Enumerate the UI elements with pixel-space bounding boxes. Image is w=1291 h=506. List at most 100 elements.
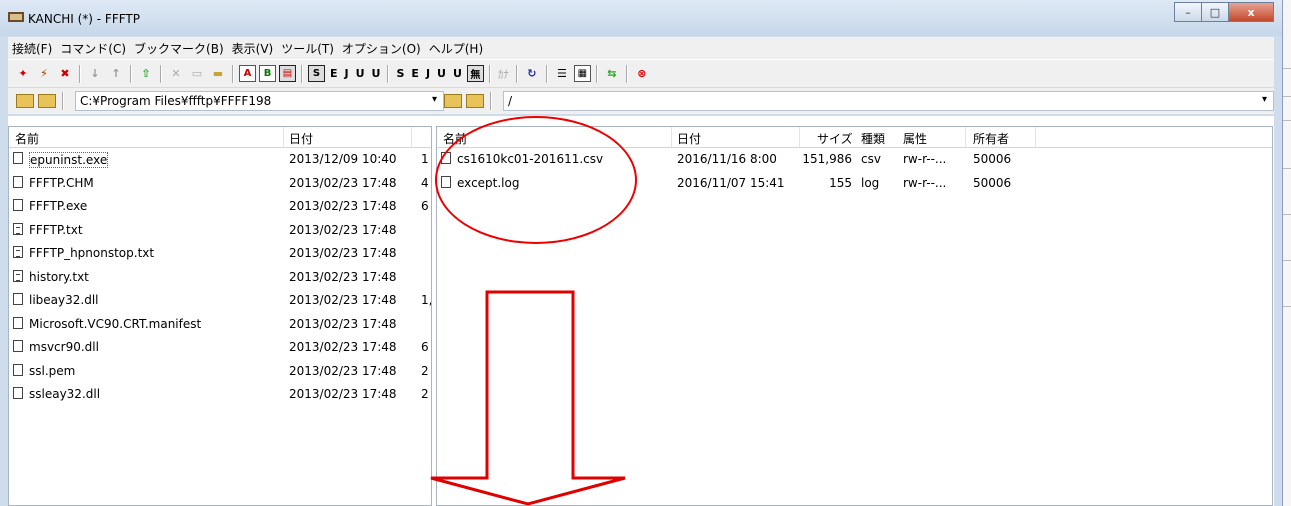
- local-path-input[interactable]: C:¥Program Files¥ffftp¥FFFF198 ▾: [75, 91, 444, 111]
- menu-help[interactable]: ヘルプ(H): [425, 40, 487, 57]
- connect-icon[interactable]: ✦: [14, 65, 32, 83]
- toolbar-separator: [301, 64, 303, 83]
- quick-connect-icon[interactable]: ⚡: [35, 65, 53, 83]
- menu-command[interactable]: コマンド(C): [56, 40, 130, 57]
- file-row[interactable]: history.txt 2013/02/23 17:48: [9, 266, 431, 290]
- file-owner: 50006: [973, 175, 1012, 190]
- menu-bookmark[interactable]: ブックマーク(B): [130, 40, 228, 57]
- file-row[interactable]: Microsoft.VC90.CRT.manifest 2013/02/23 17…: [9, 313, 431, 337]
- local-path-bar: C:¥Program Files¥ffftp¥FFFF198 ▾: [16, 91, 444, 111]
- maximize-button[interactable]: □: [1201, 2, 1229, 22]
- file-name: history.txt: [29, 269, 89, 284]
- file-row[interactable]: FFFTP.txt 2013/02/23 17:48: [9, 219, 431, 243]
- file-date: 2013/02/23 17:48: [289, 387, 397, 401]
- remote-utf8bom-button[interactable]: U: [451, 65, 464, 83]
- file-name: libeay32.dll: [29, 293, 99, 307]
- column-date[interactable]: 日付: [289, 130, 313, 147]
- column-divider[interactable]: [671, 127, 672, 147]
- file-row[interactable]: FFFTP_hpnonstop.txt 2013/02/23 17:48: [9, 242, 431, 266]
- menu-connect[interactable]: 接続(F): [8, 40, 56, 57]
- local-list-header: 名前 日付: [9, 127, 431, 148]
- menu-view[interactable]: 表示(V): [228, 40, 278, 57]
- toolbar-separator: [545, 64, 548, 83]
- file-row[interactable]: msvcr90.dll 2013/02/23 17:48 6: [9, 336, 431, 360]
- file-row[interactable]: ssl.pem 2013/02/23 17:48 2: [9, 360, 431, 384]
- kanji-utf8n-button[interactable]: U: [354, 65, 367, 83]
- list-view-icon[interactable]: ☰: [553, 65, 571, 83]
- file-row[interactable]: ssleay32.dll 2013/02/23 17:48 2: [9, 383, 431, 407]
- menu-tools[interactable]: ツール(T): [277, 40, 338, 57]
- window-title: KANCHI (*) - FFFTP: [28, 12, 140, 26]
- file-type: csv: [861, 152, 881, 166]
- new-folder-icon[interactable]: ▬: [209, 65, 227, 83]
- auto-mode-button[interactable]: ▤: [279, 65, 296, 82]
- file-icon: [13, 340, 23, 352]
- kanji-sjis-button[interactable]: S: [308, 65, 325, 82]
- file-type: log: [861, 175, 880, 190]
- column-divider[interactable]: [799, 127, 800, 147]
- disconnect-icon[interactable]: ✖: [56, 65, 74, 83]
- file-row[interactable]: libeay32.dll 2013/02/23 17:48 1,: [9, 289, 431, 313]
- kanji-jis-button[interactable]: J: [343, 65, 351, 83]
- rename-icon[interactable]: ▭: [188, 65, 206, 83]
- column-owner[interactable]: 所有者: [973, 130, 1009, 147]
- file-row[interactable]: FFFTP.CHM 2013/02/23 17:48 4: [9, 172, 431, 196]
- download-icon[interactable]: ↓: [86, 65, 104, 83]
- binary-mode-button[interactable]: B: [259, 65, 276, 82]
- column-divider[interactable]: [411, 127, 412, 147]
- minimize-button[interactable]: –: [1174, 2, 1202, 22]
- column-divider[interactable]: [965, 127, 966, 147]
- file-name: msvcr90.dll: [29, 340, 99, 354]
- file-date: 2013/02/23 17:48: [289, 222, 397, 237]
- sync-browse-icon[interactable]: ⇆: [603, 65, 621, 83]
- remote-path-input[interactable]: / ▾: [503, 91, 1274, 111]
- column-name[interactable]: 名前: [15, 130, 39, 147]
- parent-folder-icon[interactable]: [444, 94, 462, 108]
- text-file-icon: [13, 246, 23, 258]
- remote-euc-button[interactable]: E: [409, 65, 421, 83]
- upload-icon[interactable]: ↑: [107, 65, 125, 83]
- remote-sjis-button[interactable]: S: [394, 65, 406, 83]
- column-size[interactable]: サイズ: [817, 130, 853, 147]
- column-divider[interactable]: [283, 127, 284, 147]
- kanji-utf8bom-button[interactable]: U: [370, 65, 383, 83]
- file-date: 2013/02/23 17:48: [289, 175, 397, 190]
- toolbar-separator: [387, 64, 390, 83]
- file-size: 4: [421, 175, 429, 190]
- column-attr[interactable]: 属性: [903, 130, 927, 147]
- chevron-down-icon[interactable]: ▾: [432, 94, 437, 105]
- chevron-down-icon[interactable]: ▾: [1262, 94, 1267, 105]
- toolbar-separator: [160, 64, 162, 83]
- kanji-euc-button[interactable]: E: [328, 65, 340, 83]
- toolbar-separator: [232, 64, 234, 83]
- kana-conversion-button[interactable]: ｶﾅ: [496, 65, 511, 83]
- remote-utf8n-button[interactable]: U: [435, 65, 448, 83]
- abort-icon[interactable]: ⊗: [633, 65, 651, 83]
- mirror-upload-icon[interactable]: ⇧: [137, 65, 155, 83]
- file-name: epuninst.exe: [29, 152, 109, 168]
- local-file-list[interactable]: 名前 日付 epuninst.exe 2013/12/09 10:40 1 FFFTP…: [8, 126, 432, 506]
- refresh-icon[interactable]: ↻: [523, 65, 541, 83]
- delete-icon[interactable]: ✕: [167, 65, 185, 83]
- detail-view-icon[interactable]: ▦: [573, 65, 591, 82]
- file-panes: 名前 日付 epuninst.exe 2013/12/09 10:40 1 FFFTP…: [8, 116, 1274, 506]
- column-divider[interactable]: [1035, 127, 1036, 147]
- menu-options[interactable]: オプション(O): [338, 40, 425, 57]
- remote-jis-button[interactable]: J: [424, 65, 432, 83]
- column-date[interactable]: 日付: [677, 130, 701, 147]
- file-date: 2016/11/16 8:00: [677, 152, 777, 166]
- no-conversion-button[interactable]: 無: [466, 65, 484, 82]
- parent-folder-icon[interactable]: [16, 94, 34, 108]
- file-date: 2013/02/23 17:48: [289, 199, 397, 213]
- file-row[interactable]: epuninst.exe 2013/12/09 10:40 1: [9, 148, 431, 172]
- column-type[interactable]: 種類: [861, 130, 885, 147]
- file-icon: [13, 199, 23, 211]
- file-icon: [13, 175, 23, 188]
- ascii-mode-button[interactable]: A: [239, 65, 256, 82]
- file-date: 2013/02/23 17:48: [289, 316, 397, 331]
- local-rows: epuninst.exe 2013/12/09 10:40 1 FFFTP.CHM 20…: [9, 148, 431, 407]
- open-folder-icon[interactable]: [38, 94, 56, 108]
- file-row[interactable]: FFFTP.exe 2013/02/23 17:48 6: [9, 195, 431, 219]
- close-button[interactable]: x: [1228, 2, 1274, 22]
- open-folder-icon[interactable]: [466, 94, 484, 108]
